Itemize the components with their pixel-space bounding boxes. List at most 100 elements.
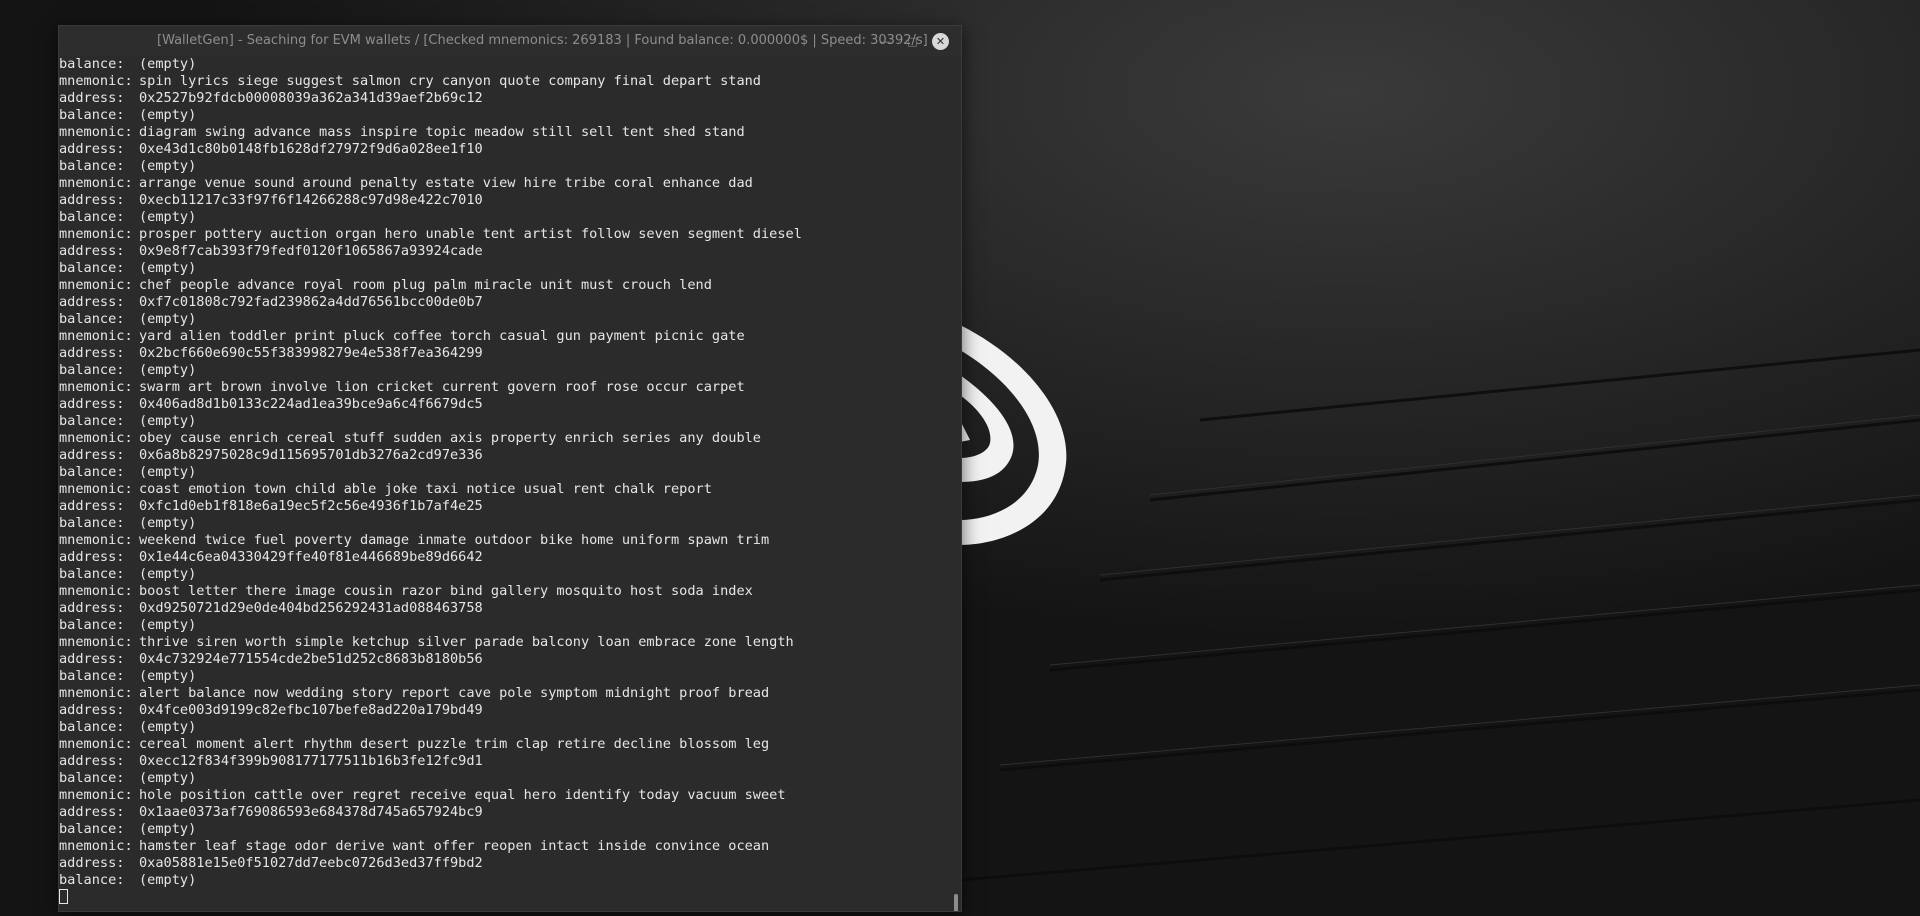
balance-value: (empty)	[139, 56, 197, 72]
terminal-line: address: 0xf7c01808c792fad239862a4dd76561…	[59, 294, 483, 310]
address-value: 0x4fce003d9199c82efbc107befe8ad220a179bd…	[139, 702, 483, 718]
balance-value: (empty)	[139, 668, 197, 684]
maximize-icon[interactable]: □	[904, 33, 921, 50]
terminal-line: balance: (empty)	[59, 770, 197, 786]
balance-value: (empty)	[139, 719, 197, 735]
terminal-line: address: 0x9e8f7cab393f79fedf0120f1065867…	[59, 243, 483, 259]
mnemonic-value: cereal moment alert rhythm desert puzzle…	[139, 736, 770, 752]
prompt-line[interactable]	[59, 889, 949, 906]
balance-value: (empty)	[139, 311, 197, 327]
terminal-line: balance: (empty)	[59, 617, 197, 633]
terminal-line: address: 0x1aae0373af769086593e684378d745…	[59, 804, 483, 820]
terminal-line: balance: (empty)	[59, 821, 197, 837]
terminal-line: balance: (empty)	[59, 362, 197, 378]
desktop: [WalletGen] - Seaching for EVM wallets /…	[0, 0, 1920, 916]
address-value: 0xd9250721d29e0de404bd256292431ad0884637…	[139, 600, 483, 616]
mnemonic-value: thrive siren worth simple ketchup silver…	[139, 634, 794, 650]
mnemonic-value: diagram swing advance mass inspire topic…	[139, 124, 745, 140]
terminal-line: balance: (empty)	[59, 515, 197, 531]
balance-value: (empty)	[139, 260, 197, 276]
terminal-line: balance: (empty)	[59, 872, 197, 888]
mnemonic-value: yard alien toddler print pluck coffee to…	[139, 328, 745, 344]
mnemonic-value: obey cause enrich cereal stuff sudden ax…	[139, 430, 761, 446]
terminal-line: balance: (empty)	[59, 209, 197, 225]
address-value: 0x6a8b82975028c9d115695701db3276a2cd97e3…	[139, 447, 483, 463]
balance-value: (empty)	[139, 770, 197, 786]
window-title: [WalletGen] - Seaching for EVM wallets /…	[157, 33, 928, 48]
terminal-line: mnemonic: weekend twice fuel poverty dama…	[59, 532, 770, 548]
terminal-line: balance: (empty)	[59, 668, 197, 684]
terminal-line: address: 0x6a8b82975028c9d115695701db3276…	[59, 447, 483, 463]
terminal-line: mnemonic: yard alien toddler print pluck …	[59, 328, 745, 344]
minimize-icon[interactable]: —	[877, 33, 894, 50]
terminal-line: address: 0x406ad8d1b0133c224ad1ea39bce9a6…	[59, 396, 483, 412]
address-value: 0xf7c01808c792fad239862a4dd76561bcc00de0…	[139, 294, 483, 310]
terminal-line: address: 0xe43d1c80b0148fb1628df27972f9d6…	[59, 141, 483, 157]
balance-value: (empty)	[139, 209, 197, 225]
balance-value: (empty)	[139, 464, 197, 480]
window-titlebar[interactable]: [WalletGen] - Seaching for EVM wallets /…	[59, 26, 961, 56]
terminal-line: balance: (empty)	[59, 413, 197, 429]
mnemonic-value: chef people advance royal room plug palm…	[139, 277, 712, 293]
terminal-line: mnemonic: spin lyrics siege suggest salmo…	[59, 73, 761, 89]
terminal-line: mnemonic: coast emotion town child able j…	[59, 481, 712, 497]
terminal-line: mnemonic: cereal moment alert rhythm dese…	[59, 736, 770, 752]
terminal-line: balance: (empty)	[59, 719, 197, 735]
balance-value: (empty)	[139, 158, 197, 174]
terminal-line: address: 0x2bcf660e690c55f383998279e4e538…	[59, 345, 483, 361]
terminal-line: mnemonic: hamster leaf stage odor derive …	[59, 838, 770, 854]
terminal-window[interactable]: [WalletGen] - Seaching for EVM wallets /…	[58, 25, 962, 912]
close-icon[interactable]: ✕	[932, 33, 949, 50]
terminal-line: mnemonic: boost letter there image cousin…	[59, 583, 753, 599]
mnemonic-value: coast emotion town child able joke taxi …	[139, 481, 712, 497]
terminal-line: address: 0x4c732924e771554cde2be51d252c86…	[59, 651, 483, 667]
terminal-output[interactable]: balance: (empty) mnemonic: spin lyrics sie…	[59, 56, 949, 911]
address-value: 0x1aae0373af769086593e684378d745a657924b…	[139, 804, 483, 820]
terminal-line: mnemonic: hole position cattle over regre…	[59, 787, 786, 803]
balance-value: (empty)	[139, 872, 197, 888]
balance-value: (empty)	[139, 617, 197, 633]
address-value: 0x2527b92fdcb00008039a362a341d39aef2b69c…	[139, 90, 483, 106]
mnemonic-value: alert balance now wedding story report c…	[139, 685, 770, 701]
terminal-line: address: 0xd9250721d29e0de404bd256292431a…	[59, 600, 483, 616]
scrollbar[interactable]	[952, 56, 961, 911]
terminal-line: balance: (empty)	[59, 56, 197, 72]
mnemonic-value: boost letter there image cousin razor bi…	[139, 583, 753, 599]
terminal-line: mnemonic: thrive siren worth simple ketch…	[59, 634, 794, 650]
balance-value: (empty)	[139, 515, 197, 531]
balance-value: (empty)	[139, 413, 197, 429]
scrollbar-thumb[interactable]	[954, 894, 958, 911]
address-value: 0xecb11217c33f97f6f14266288c97d98e422c70…	[139, 192, 483, 208]
balance-value: (empty)	[139, 821, 197, 837]
mnemonic-value: hole position cattle over regret receive…	[139, 787, 786, 803]
address-value: 0xecc12f834f399b908177177511b16b3fe12fc9…	[139, 753, 483, 769]
terminal-line: balance: (empty)	[59, 311, 197, 327]
terminal-line: address: 0xecc12f834f399b908177177511b16b…	[59, 753, 483, 769]
balance-value: (empty)	[139, 362, 197, 378]
mnemonic-value: hamster leaf stage odor derive want offe…	[139, 838, 770, 854]
address-value: 0x406ad8d1b0133c224ad1ea39bce9a6c4f6679d…	[139, 396, 483, 412]
terminal-line: balance: (empty)	[59, 464, 197, 480]
balance-value: (empty)	[139, 107, 197, 123]
mnemonic-value: weekend twice fuel poverty damage inmate…	[139, 532, 770, 548]
mnemonic-value: arrange venue sound around penalty estat…	[139, 175, 753, 191]
terminal-line: balance: (empty)	[59, 260, 197, 276]
terminal-line: mnemonic: alert balance now wedding story…	[59, 685, 770, 701]
terminal-line: mnemonic: arrange venue sound around pena…	[59, 175, 753, 191]
terminal-line: address: 0x2527b92fdcb00008039a362a341d39…	[59, 90, 483, 106]
address-value: 0xa05881e15e0f51027dd7eebc0726d3ed37ff9b…	[139, 855, 483, 871]
terminal-line: balance: (empty)	[59, 107, 197, 123]
terminal-line: mnemonic: prosper pottery auction organ h…	[59, 226, 802, 242]
terminal-line: address: 0xa05881e15e0f51027dd7eebc0726d3…	[59, 855, 483, 871]
terminal-line: balance: (empty)	[59, 158, 197, 174]
text-cursor	[59, 889, 68, 904]
mnemonic-value: spin lyrics siege suggest salmon cry can…	[139, 73, 761, 89]
terminal-line: address: 0x4fce003d9199c82efbc107befe8ad2…	[59, 702, 483, 718]
terminal-line: balance: (empty)	[59, 566, 197, 582]
address-value: 0xfc1d0eb1f818e6a19ec5f2c56e4936f1b7af4e…	[139, 498, 483, 514]
address-value: 0x2bcf660e690c55f383998279e4e538f7ea3642…	[139, 345, 483, 361]
terminal-line: mnemonic: obey cause enrich cereal stuff …	[59, 430, 761, 446]
terminal-line: address: 0x1e44c6ea04330429ffe40f81e44668…	[59, 549, 483, 565]
mnemonic-value: prosper pottery auction organ hero unabl…	[139, 226, 802, 242]
terminal-line: mnemonic: swarm art brown involve lion cr…	[59, 379, 745, 395]
